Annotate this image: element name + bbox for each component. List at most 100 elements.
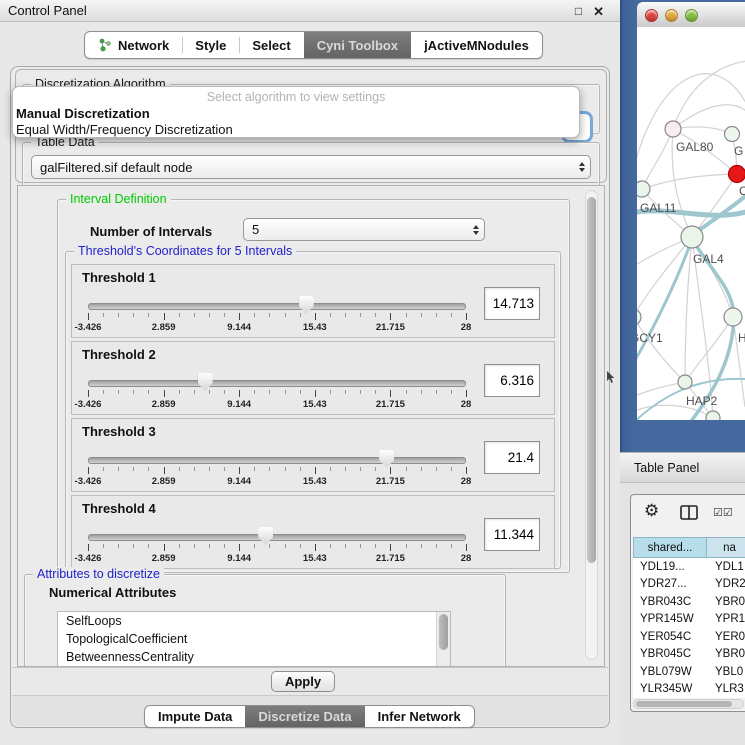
tick-mark bbox=[133, 544, 134, 548]
threshold-slider-thumb[interactable] bbox=[198, 373, 213, 391]
checkbox-options-icon[interactable]: ☑☑ bbox=[713, 506, 733, 519]
tick-mark bbox=[285, 390, 286, 394]
table-horizontal-scrollbar-thumb[interactable] bbox=[636, 701, 732, 707]
column-header-shared-name[interactable]: shared... bbox=[633, 537, 707, 558]
threshold-slider-thumb[interactable] bbox=[299, 296, 314, 314]
attribute-item-selfloops[interactable]: SelfLoops bbox=[58, 612, 450, 630]
threshold-panel: Threshold 4 -3.4262.8599.14415.4321.7152… bbox=[71, 495, 555, 569]
tick-label: 28 bbox=[461, 553, 472, 564]
network-node-gcy1[interactable] bbox=[637, 309, 641, 325]
numerical-attributes-list[interactable]: SelfLoopsTopologicalCoefficientBetweenne… bbox=[57, 611, 451, 667]
tick-label: 2.859 bbox=[152, 399, 176, 410]
float-window-icon[interactable]: □ bbox=[575, 5, 582, 17]
threshold-slider-track[interactable] bbox=[88, 457, 466, 464]
tab-style[interactable]: Style bbox=[182, 32, 239, 58]
table-data-combobox[interactable]: galFiltered.sif default node bbox=[31, 155, 591, 179]
cell-shared-name: YDR27... bbox=[633, 578, 707, 590]
threshold-slider-thumb[interactable] bbox=[258, 527, 273, 545]
table-row[interactable]: YER054CYER0 bbox=[633, 628, 745, 646]
apply-button[interactable]: Apply bbox=[271, 671, 335, 692]
table-row[interactable]: YDR27...YDR2 bbox=[633, 576, 745, 594]
tab-network[interactable]: Network bbox=[85, 32, 182, 58]
network-window-titlebar[interactable] bbox=[637, 2, 745, 28]
tick-mark bbox=[224, 467, 225, 471]
algorithm-option-equal-width[interactable]: Equal Width/Frequency Discretization bbox=[13, 122, 579, 138]
threshold-value-input[interactable] bbox=[484, 364, 540, 397]
network-node-gal4[interactable] bbox=[681, 226, 703, 248]
threshold-value-input[interactable] bbox=[484, 441, 540, 474]
table-row[interactable]: YDL19...YDL1 bbox=[633, 558, 745, 576]
tick-mark bbox=[345, 467, 346, 471]
tick-label: 28 bbox=[461, 476, 472, 487]
tick-mark bbox=[375, 390, 376, 394]
tick-mark bbox=[315, 467, 316, 474]
tab-jactivemnodules[interactable]: jActiveMNodules bbox=[411, 32, 542, 58]
close-panel-icon[interactable]: ✕ bbox=[593, 5, 604, 18]
tick-mark bbox=[239, 313, 240, 320]
tick-mark bbox=[436, 544, 437, 548]
control-panel: Control Panel □ ✕ NetworkStyle Select Cyni… bbox=[0, 0, 620, 745]
network-canvas[interactable]: GAL80GCGAL11GAL4GCY1HHAP2 bbox=[637, 27, 745, 420]
tab-cyni-toolbox[interactable]: Cyni Toolbox bbox=[304, 32, 411, 58]
network-node-hap2[interactable] bbox=[678, 375, 692, 389]
table-row[interactable]: YBL079WYBL0 bbox=[633, 663, 745, 681]
network-node-g[interactable] bbox=[725, 127, 740, 142]
tab-select[interactable]: Select bbox=[239, 32, 303, 58]
interval-definition-group: Interval Definition Number of Intervals … bbox=[57, 199, 570, 573]
tick-label: 2.859 bbox=[152, 553, 176, 564]
threshold-slider-track[interactable] bbox=[88, 534, 466, 541]
tick-mark bbox=[466, 313, 467, 320]
tick-mark bbox=[406, 390, 407, 394]
attributes-list-scrollbar-thumb[interactable] bbox=[439, 614, 448, 650]
table-row[interactable]: YPR145WYPR1 bbox=[633, 611, 745, 629]
threshold-slider-thumb[interactable] bbox=[379, 450, 394, 468]
algorithm-popup-hint: Select algorithm to view settings bbox=[13, 89, 579, 106]
tick-mark bbox=[103, 467, 104, 471]
tab-infer-network[interactable]: Infer Network bbox=[365, 706, 474, 727]
algorithm-option-manual[interactable]: Manual Discretization bbox=[13, 106, 579, 122]
network-node-h[interactable] bbox=[724, 308, 742, 326]
network-node-c[interactable] bbox=[729, 166, 745, 183]
tab-discretize-data[interactable]: Discretize Data bbox=[245, 706, 364, 727]
tick-mark bbox=[421, 467, 422, 471]
threshold-value-input[interactable] bbox=[484, 287, 540, 320]
threshold-value-input[interactable] bbox=[484, 518, 540, 551]
column-header-name[interactable]: na bbox=[707, 537, 745, 558]
zoom-light[interactable] bbox=[685, 9, 698, 22]
tab-impute-data[interactable]: Impute Data bbox=[145, 706, 245, 727]
table-row[interactable]: YBR043CYBR0 bbox=[633, 593, 745, 611]
tick-mark bbox=[209, 313, 210, 317]
table-row[interactable]: YLR345WYLR3 bbox=[633, 681, 745, 699]
tab-label: Cyni Toolbox bbox=[317, 38, 398, 53]
settings-vertical-scrollbar-thumb[interactable] bbox=[587, 197, 596, 563]
control-panel-titlebar: Control Panel □ ✕ bbox=[0, 0, 620, 22]
close-light[interactable] bbox=[645, 9, 658, 22]
node-label-g: G bbox=[734, 144, 743, 158]
network-node-gal80[interactable] bbox=[665, 121, 681, 137]
number-of-intervals-combobox[interactable]: 5 bbox=[243, 218, 485, 241]
settings-gear-icon[interactable]: ⚙ bbox=[644, 502, 659, 519]
tick-mark bbox=[300, 544, 301, 548]
threshold-slider-track[interactable] bbox=[88, 303, 466, 310]
tick-mark bbox=[194, 467, 195, 471]
attribute-item-betweennesscentrality[interactable]: BetweennessCentrality bbox=[58, 648, 450, 666]
column-layout-icon[interactable] bbox=[680, 505, 698, 520]
network-node-gal11[interactable] bbox=[637, 181, 650, 197]
tick-mark bbox=[451, 313, 452, 317]
table-horizontal-scrollbar[interactable] bbox=[633, 699, 744, 709]
tab-label: Select bbox=[252, 38, 290, 53]
table-row[interactable]: YBR045CYBR0 bbox=[633, 646, 745, 664]
settings-vertical-scrollbar[interactable] bbox=[585, 190, 598, 660]
attributes-list-scrollbar[interactable] bbox=[436, 612, 450, 667]
network-node[interactable] bbox=[706, 411, 720, 420]
tick-mark bbox=[88, 390, 89, 397]
tick-mark bbox=[390, 390, 391, 397]
minimize-light[interactable] bbox=[665, 9, 678, 22]
attribute-item-topologicalcoefficient[interactable]: TopologicalCoefficient bbox=[58, 630, 450, 648]
tick-mark bbox=[194, 313, 195, 317]
threshold-slider-track[interactable] bbox=[88, 380, 466, 387]
table-panel-box: ⚙ ☑☑ shared... na YDL19...YDL1YDR27...YD… bbox=[630, 494, 745, 712]
tick-mark bbox=[466, 544, 467, 551]
tick-label: 9.144 bbox=[227, 399, 251, 410]
threshold-panel: Threshold 1 -3.4262.8599.14415.4321.7152… bbox=[71, 264, 555, 338]
